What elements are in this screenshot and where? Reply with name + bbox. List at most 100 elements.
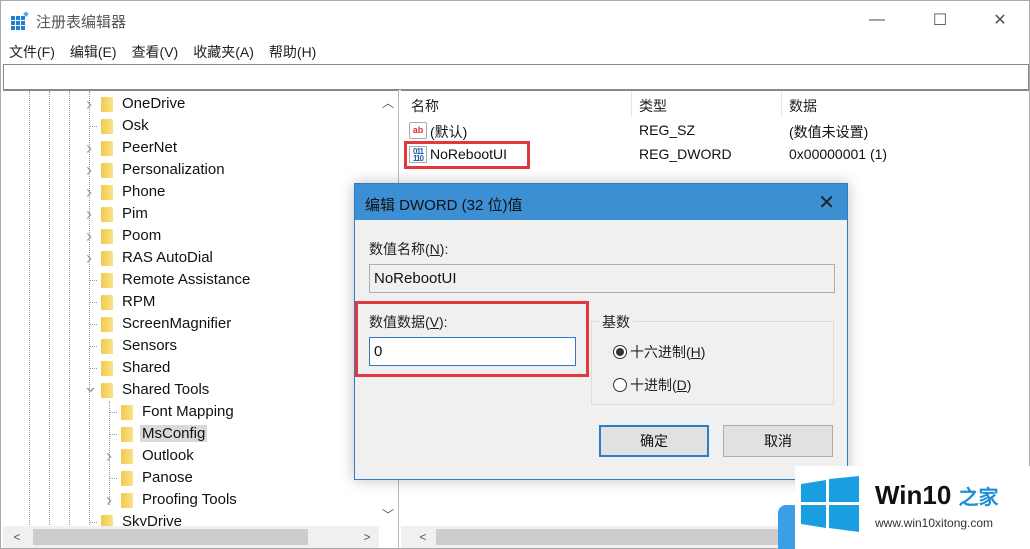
menu-view[interactable]: 查看(V) [124,39,186,63]
close-icon: ✕ [993,12,1007,29]
highlight-box [355,301,589,377]
menu-help[interactable]: 帮助(H) [261,39,323,63]
folder-icon [101,317,113,332]
tree-item[interactable]: Font Mapping [3,401,373,423]
folder-icon [101,339,113,354]
tree-item[interactable]: › Pim [3,203,373,225]
value-data: (数值未设置) [789,124,869,140]
tree-item[interactable]: › Personalization [3,159,373,181]
folder-icon [121,405,133,420]
chevron-right-icon[interactable]: › [103,445,115,467]
tree-item-label: OneDrive [122,95,186,112]
chevron-right-icon[interactable]: › [83,247,95,269]
chevron-right-icon[interactable]: › [83,159,95,181]
tree-item-label: Shared [122,359,171,376]
folder-icon [101,273,113,288]
tree-item-label: Proofing Tools [142,491,237,508]
address-bar[interactable] [3,64,1029,90]
tree-item-label: Font Mapping [142,403,234,420]
radio-decimal[interactable]: 十进制(D) [613,375,691,395]
tree-item[interactable]: Osk [3,115,373,137]
value-type: REG_SZ [639,122,696,138]
watermark-url: www.win10xitong.com [875,516,994,530]
folder-icon [101,229,113,244]
tree-item-label: Sensors [122,337,178,354]
value-name-field[interactable]: NoRebootUI [369,264,835,293]
menu-edit[interactable]: 编辑(E) [62,39,124,63]
minimize-icon: — [869,11,885,28]
tree-item[interactable]: › Poom [3,225,373,247]
tree-connector [89,302,97,303]
dialog-title-bar: 编辑 DWORD (32 位)值 ✕ [355,184,847,220]
scroll-left-icon[interactable]: < [7,527,27,547]
tree-item[interactable]: › Phone [3,181,373,203]
cancel-button[interactable]: 取消 [723,425,833,457]
tree-item[interactable]: › Proofing Tools [3,489,373,511]
radio-unchecked-icon [613,378,627,392]
tree-item[interactable]: ScreenMagnifier [3,313,373,335]
scroll-down-icon[interactable]: ﹀ [378,505,398,525]
tree-connector [89,280,97,281]
radio-hexadecimal[interactable]: 十六进制(H) [613,342,705,362]
scroll-up-icon[interactable]: ︿ [378,93,398,113]
tree-item-label: RPM [122,293,156,310]
window-title: 注册表编辑器 [36,14,127,31]
chevron-right-icon[interactable]: › [83,225,95,247]
folder-icon [101,119,113,134]
windows-logo-icon [801,476,859,532]
chevron-right-icon[interactable]: › [83,137,95,159]
column-header-data[interactable]: 数据 [789,96,817,116]
dialog-close-icon[interactable]: ✕ [818,190,835,215]
folder-icon [121,471,133,486]
tree-item[interactable]: Remote Assistance [3,269,373,291]
tree-connector [109,478,117,479]
tree-horizontal-scrollbar[interactable]: < > [3,526,379,548]
chevron-down-icon[interactable]: ⌄ [83,377,98,401]
chevron-right-icon[interactable]: › [83,181,95,203]
reg-sz-icon: ab [409,122,427,139]
minimize-button[interactable]: — [854,1,900,39]
base-label: 基数 [599,312,633,332]
tree-connector [89,324,97,325]
close-button[interactable]: ✕ [977,1,1023,39]
scroll-left-icon[interactable]: < [413,527,433,547]
tree-item[interactable]: MsConfig [3,423,373,445]
watermark-title: Win10 之家 [875,480,999,510]
tree-connector [89,126,97,127]
tree-item[interactable]: › Outlook [3,445,373,467]
value-data: 0x00000001 (1) [789,146,888,162]
tree-item-label: Remote Assistance [122,271,251,288]
list-row[interactable]: ab (默认) REG_SZ (数值未设置) [401,119,1029,143]
tree-item-label: ScreenMagnifier [122,315,232,332]
scroll-right-icon[interactable]: > [357,527,377,547]
tree-item[interactable]: Shared [3,357,373,379]
highlight-box [404,141,530,169]
tree-hscroll-thumb[interactable] [33,529,308,545]
menu-file[interactable]: 文件(F) [1,39,62,63]
column-separator[interactable] [781,91,782,117]
folder-icon [101,141,113,156]
chevron-right-icon[interactable]: › [83,93,95,115]
maximize-icon: ☐ [932,12,948,29]
menu-bar: 文件(F) 编辑(E) 查看(V) 收藏夹(A) 帮助(H) [1,39,1029,63]
tree-item[interactable]: Sensors [3,335,373,357]
tree-item-label: Osk [122,117,149,134]
folder-icon [101,251,113,266]
maximize-button[interactable]: ☐ [917,1,963,39]
tree-item-label: RAS AutoDial [122,249,213,266]
column-header-name[interactable]: 名称 [411,96,439,116]
tree-item[interactable]: ⌄ Shared Tools [3,377,373,401]
column-separator[interactable] [631,91,632,117]
chevron-right-icon[interactable]: › [83,203,95,225]
menu-favorites[interactable]: 收藏夹(A) [185,39,261,63]
tree-item[interactable]: › PeerNet [3,137,373,159]
folder-icon [121,449,133,464]
chevron-right-icon[interactable]: › [103,489,115,511]
tree-item[interactable]: › RAS AutoDial [3,247,373,269]
column-header-type[interactable]: 类型 [639,96,667,116]
ok-button[interactable]: 确定 [599,425,709,457]
tree-item[interactable]: › OneDrive [3,93,373,115]
tree-item[interactable]: RPM [3,291,373,313]
tree-item-label: Poom [122,227,162,244]
tree-item[interactable]: Panose [3,467,373,489]
